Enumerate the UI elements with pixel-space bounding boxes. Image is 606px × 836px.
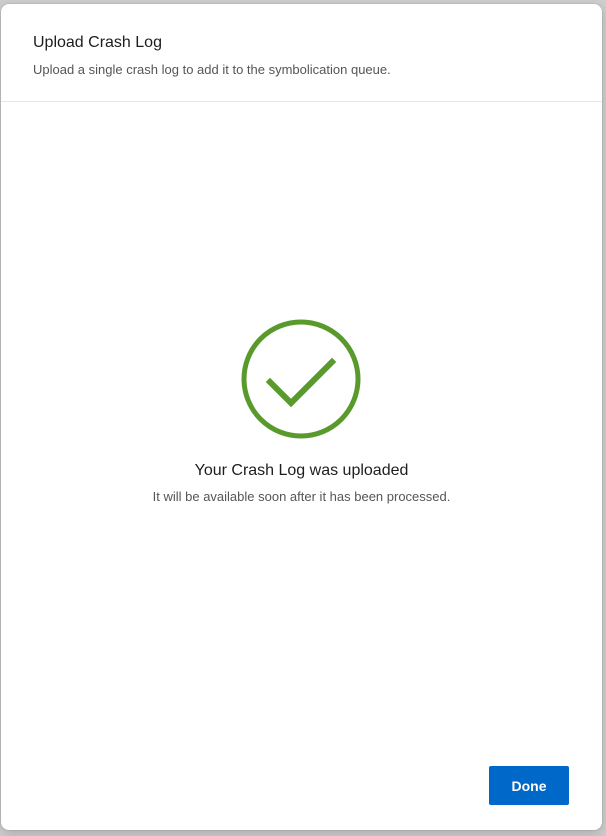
upload-status-description: It will be available soon after it has b…	[152, 489, 451, 504]
dialog-title: Upload Crash Log	[33, 34, 162, 51]
dialog-header: Upload Crash Log Upload a single crash l…	[1, 4, 602, 102]
upload-status-title: Your Crash Log was uploaded	[194, 462, 409, 479]
upload-crash-log-dialog: Upload Crash Log Upload a single crash l…	[1, 4, 602, 830]
done-button[interactable]: Done	[489, 766, 569, 805]
dialog-subtitle: Upload a single crash log to add it to t…	[33, 62, 391, 77]
check-circle-icon	[241, 319, 361, 439]
